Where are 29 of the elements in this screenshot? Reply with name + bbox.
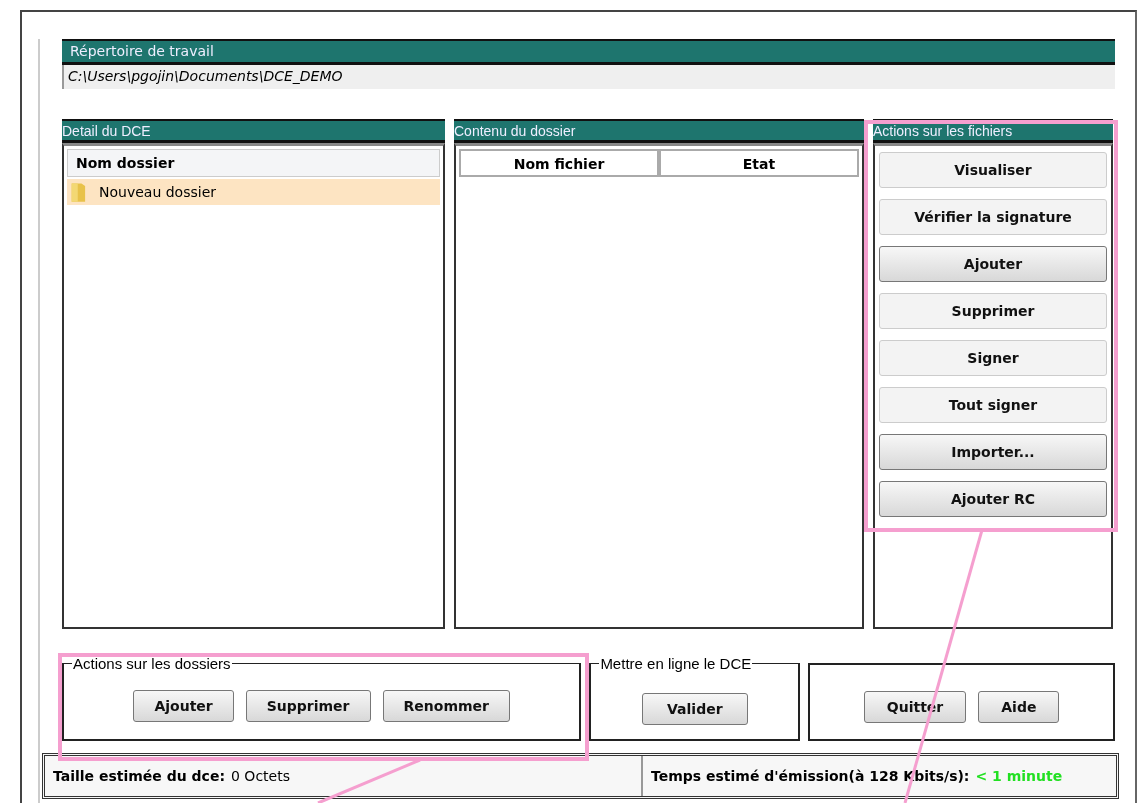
- folder-name: Nouveau dossier: [99, 184, 216, 200]
- action-button[interactable]: Signer: [879, 340, 1107, 376]
- size-label: Taille estimée du dce:: [53, 768, 225, 784]
- column-header: Nom fichier: [459, 149, 659, 177]
- group-title: Mettre en ligne le DCE: [599, 655, 753, 672]
- column-header: Etat: [659, 149, 859, 177]
- section-header: Detail du DCE: [62, 119, 445, 143]
- action-button[interactable]: Visualiser: [879, 152, 1107, 188]
- column-header: Nom dossier: [67, 149, 440, 177]
- app-button[interactable]: Aide: [978, 691, 1060, 723]
- folder-action-button[interactable]: Renommer: [382, 689, 510, 722]
- size-value: 0 Octets: [231, 768, 290, 784]
- action-button[interactable]: Tout signer: [879, 387, 1107, 423]
- folder-action-button[interactable]: Supprimer: [245, 689, 371, 722]
- folder-row[interactable]: Nouveau dossier: [67, 179, 440, 205]
- app-button[interactable]: Quitter: [863, 691, 967, 723]
- action-button[interactable]: Supprimer: [879, 293, 1107, 329]
- section-header: Répertoire de travail: [62, 39, 1115, 65]
- time-label: Temps estimé d'émission(à 128 Kbits/s):: [651, 768, 970, 784]
- time-value: < 1 minute: [975, 768, 1063, 784]
- action-button[interactable]: Ajouter: [879, 246, 1107, 282]
- section-header: Contenu du dossier: [454, 119, 864, 143]
- group-title: Actions sur les dossiers: [72, 655, 232, 672]
- action-button[interactable]: Vérifier la signature: [879, 199, 1107, 235]
- folder-action-button[interactable]: Ajouter: [133, 689, 234, 722]
- validate-button[interactable]: Valider: [642, 692, 748, 725]
- action-button[interactable]: Importer...: [879, 434, 1107, 470]
- action-button[interactable]: Ajouter RC: [879, 481, 1107, 517]
- path-field: C:\Users\pgojin\Documents\DCE_DEMO: [62, 65, 1115, 89]
